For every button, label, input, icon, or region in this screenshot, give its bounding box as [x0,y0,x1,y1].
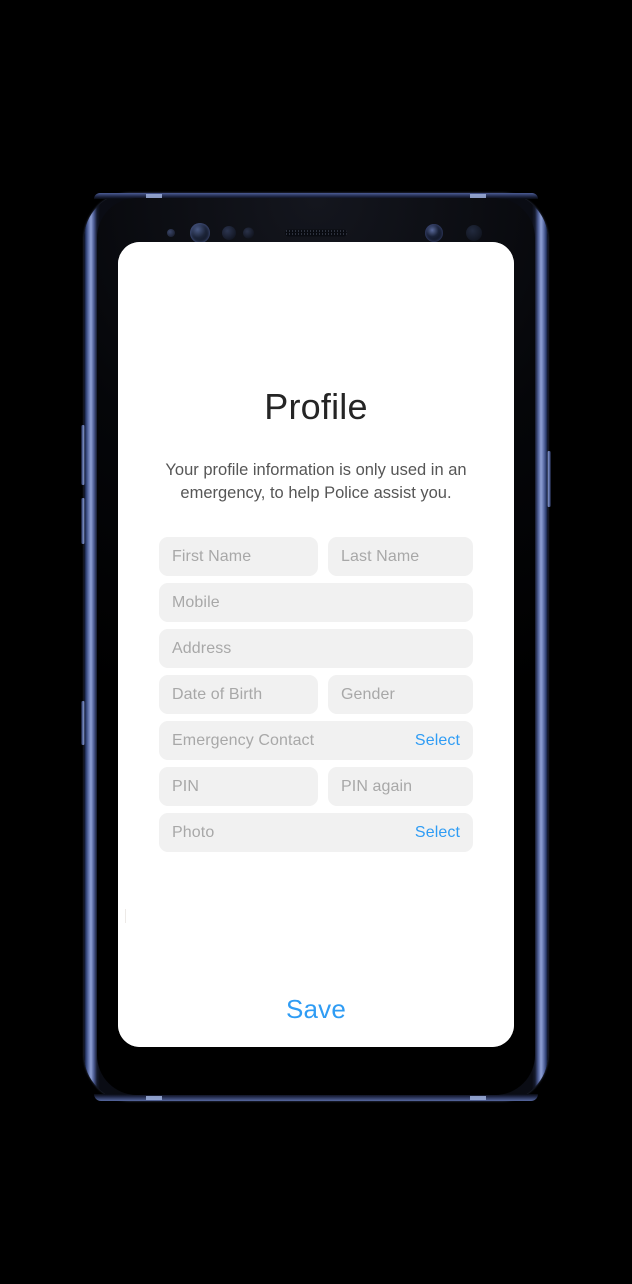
scroll-indicator-tick [125,909,126,923]
page-title: Profile [264,386,368,427]
date-of-birth-field[interactable]: Date of Birth [159,675,318,714]
iris-scanner-icon [190,223,210,243]
antenna-band-bottom-right [470,1096,486,1100]
volume-down-button[interactable] [81,498,85,544]
light-sensor-icon [243,227,254,239]
last-name-placeholder: Last Name [341,547,420,565]
emergency-contact-field[interactable]: Emergency Contact Select [159,721,473,760]
volume-up-button[interactable] [81,425,85,485]
gender-placeholder: Gender [341,685,395,703]
form-row: PIN PIN again [159,767,473,806]
photo-field[interactable]: Photo Select [159,813,473,852]
form-row: Photo Select [159,813,473,852]
mobile-placeholder: Mobile [172,593,220,611]
profile-app-screen: Profile Your profile information is only… [118,242,514,1047]
address-field[interactable]: Address [159,629,473,668]
emergency-contact-select-link[interactable]: Select [415,732,460,750]
date-of-birth-placeholder: Date of Birth [172,685,263,703]
earpiece-speaker-icon [285,229,347,237]
form-row: Emergency Contact Select [159,721,473,760]
antenna-band-bottom-left [146,1096,162,1100]
front-camera-icon [425,224,443,242]
pin-placeholder: PIN [172,777,199,795]
pin-again-placeholder: PIN again [341,777,413,795]
power-button[interactable] [547,451,551,507]
last-name-field[interactable]: Last Name [328,537,473,576]
proximity-sensor-icon [222,226,236,240]
form-row: First Name Last Name [159,537,473,576]
gender-field[interactable]: Gender [328,675,473,714]
form-row: Date of Birth Gender [159,675,473,714]
phone-device-mockup: Profile Your profile information is only… [81,193,551,1101]
pin-again-field[interactable]: PIN again [328,767,473,806]
indicator-led-icon [167,229,175,237]
form-row: Address [159,629,473,668]
assistant-button[interactable] [81,701,85,745]
photo-select-link[interactable]: Select [415,824,460,842]
page-subtitle: Your profile information is only used in… [165,461,467,502]
top-sensor-row [97,223,535,243]
first-name-placeholder: First Name [172,547,252,565]
profile-form: First Name Last Name Mobile Address Date… [159,537,473,859]
form-row: Mobile [159,583,473,622]
first-name-field[interactable]: First Name [159,537,318,576]
photo-placeholder: Photo [172,823,215,841]
emergency-contact-placeholder: Emergency Contact [172,731,315,749]
address-placeholder: Address [172,639,232,657]
save-button[interactable]: Save [118,994,514,1025]
phone-screen: Profile Your profile information is only… [118,242,514,1047]
mobile-field[interactable]: Mobile [159,583,473,622]
secondary-sensor-icon [466,225,482,241]
device-glass: Profile Your profile information is only… [97,198,535,1095]
pin-field[interactable]: PIN [159,767,318,806]
